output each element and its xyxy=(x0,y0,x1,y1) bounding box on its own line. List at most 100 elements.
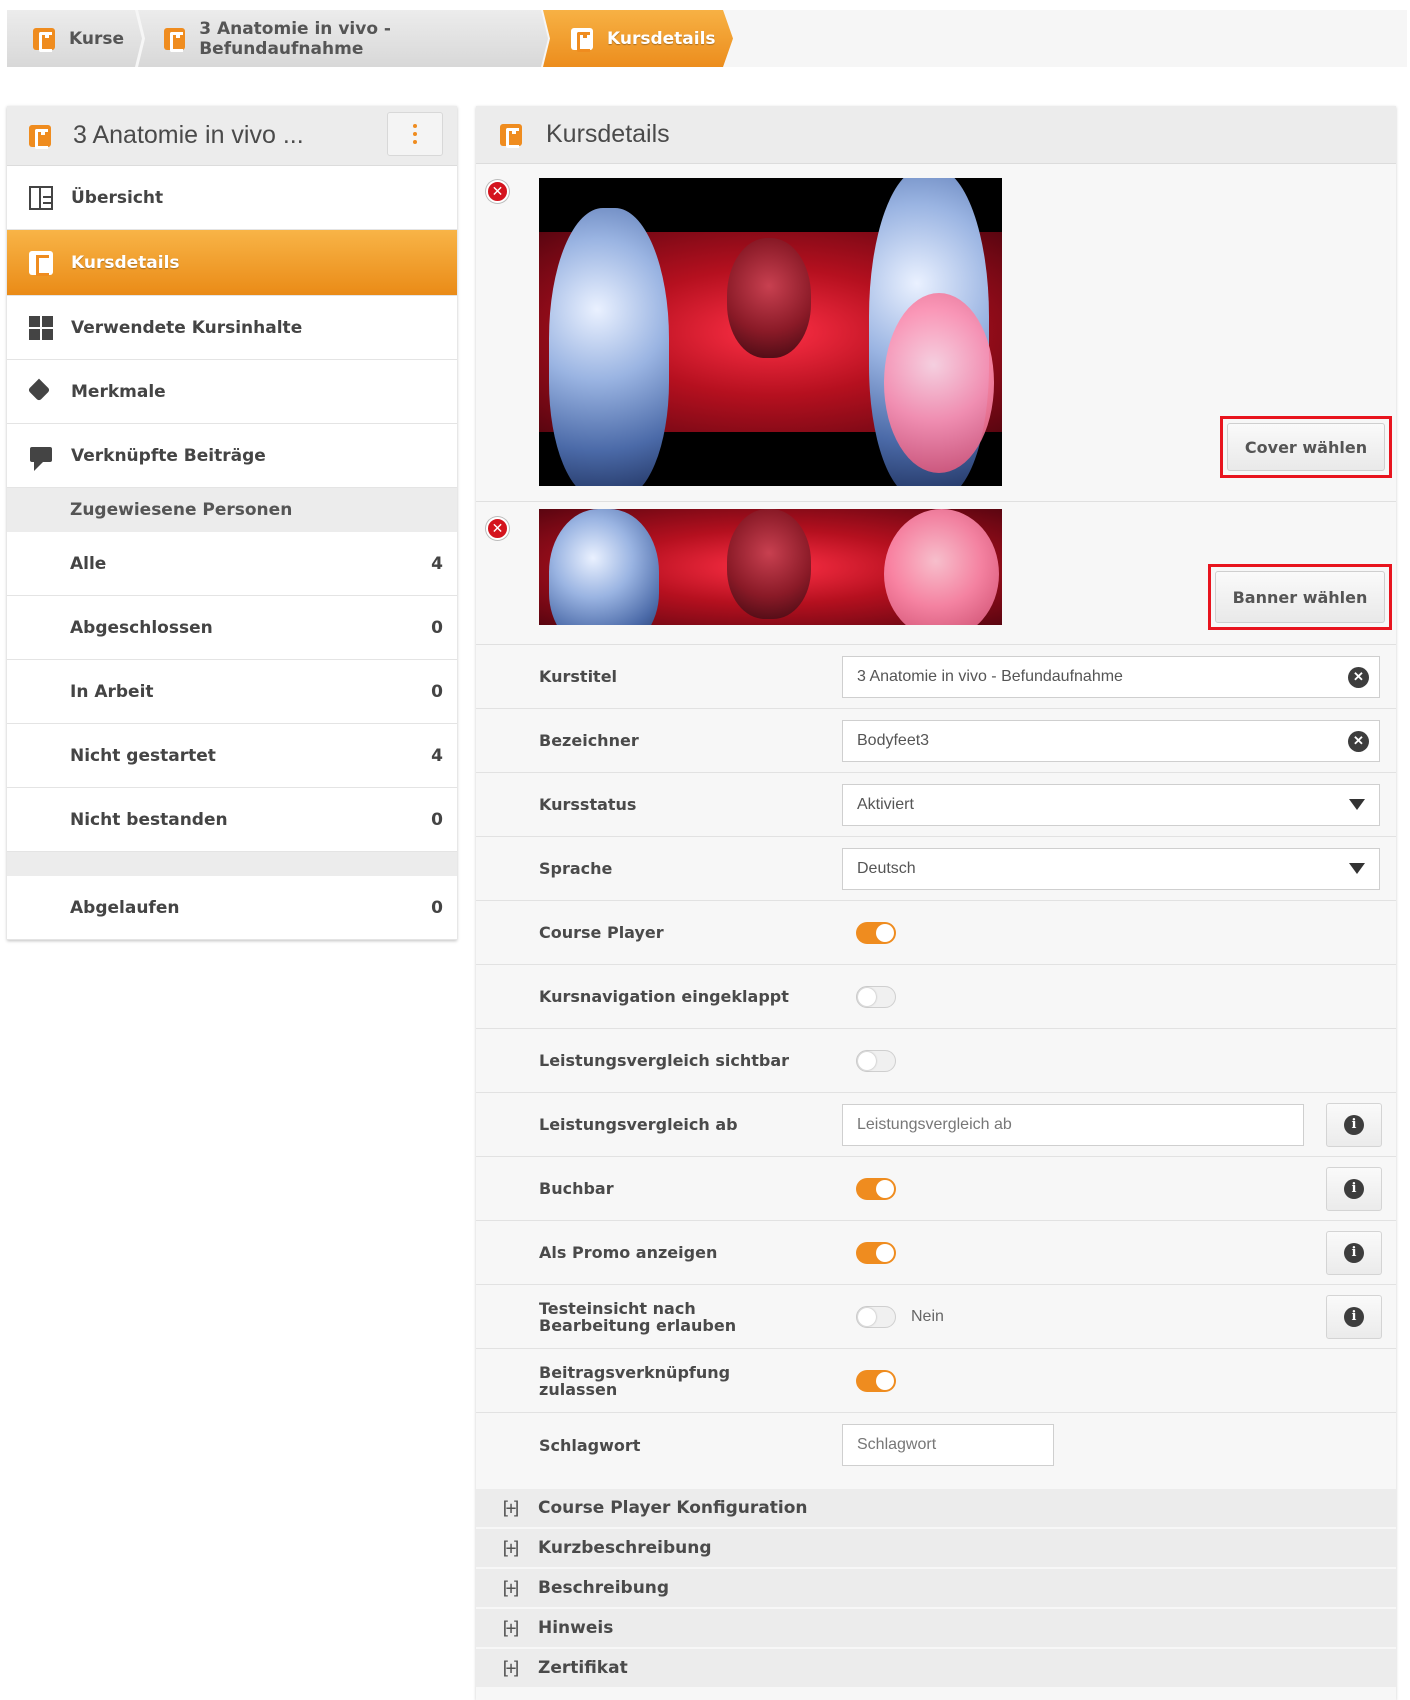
sidebar-item-uebersicht[interactable]: Übersicht xyxy=(7,166,457,230)
form-row-buchbar: Buchbar i xyxy=(476,1157,1396,1221)
identifier-input[interactable]: Bodyfeet3 ✕ xyxy=(842,719,1380,762)
form-row-schlagwort: Schlagwort Schlagwort xyxy=(476,1413,1396,1477)
breadcrumb-item-kurse[interactable]: Kurse xyxy=(7,10,142,67)
sidebar-header: 3 Anatomie in vivo ... xyxy=(7,106,457,166)
sidebar-item-abgelaufen[interactable]: Abgelaufen 0 xyxy=(7,876,457,940)
comment-icon xyxy=(29,444,53,471)
count-badge: 0 xyxy=(431,617,443,638)
sidebar-item-in-arbeit[interactable]: In Arbeit 0 xyxy=(7,660,457,724)
course-icon xyxy=(500,123,522,148)
clear-icon[interactable]: ✕ xyxy=(1348,730,1369,752)
count-badge: 0 xyxy=(431,809,443,830)
more-menu-button[interactable] xyxy=(387,112,443,156)
course-player-toggle[interactable] xyxy=(856,921,896,944)
course-icon xyxy=(29,124,51,149)
form-row-course-player: Course Player xyxy=(476,901,1396,965)
course-icon xyxy=(29,250,53,276)
course-icon xyxy=(33,27,55,52)
menu-dot xyxy=(413,124,417,128)
accordion-zertifikat[interactable]: + Zertifikat xyxy=(476,1649,1396,1689)
info-icon: i xyxy=(1344,1178,1364,1199)
accordion-beschreibung[interactable]: + Beschreibung xyxy=(476,1569,1396,1609)
menu-dot xyxy=(413,132,417,136)
form-row-promo: Als Promo anzeigen i xyxy=(476,1221,1396,1285)
breadcrumb-item-course[interactable]: 3 Anatomie in vivo - Befundaufnahme xyxy=(138,10,548,67)
form-row-leistungsvergleich-ab: Leistungsvergleich ab Leistungsvergleich… xyxy=(476,1093,1396,1157)
info-icon: i xyxy=(1344,1242,1364,1263)
course-navigation-collapsed-toggle[interactable] xyxy=(856,985,896,1008)
course-status-select[interactable]: Aktiviert xyxy=(842,783,1380,826)
form-row-kursstatus: Kursstatus Aktiviert xyxy=(476,773,1396,837)
choose-banner-button[interactable]: Banner wählen xyxy=(1215,571,1385,623)
section-header-personen: Zugewiesene Personen xyxy=(7,488,457,532)
accordion-course-player-konfiguration[interactable]: + Course Player Konfiguration xyxy=(476,1489,1396,1529)
form-row-testeinsicht: Testeinsicht nach Bearbeitung erlauben N… xyxy=(476,1285,1396,1349)
cover-image-row: ✕ Cover wählen xyxy=(476,164,1396,502)
form-row-leistungsvergleich-sichtbar: Leistungsvergleich sichtbar xyxy=(476,1029,1396,1093)
main-panel: Kursdetails ✕ Cover wählen ✕ Banner wähl… xyxy=(476,106,1396,1700)
sidebar-item-nicht-gestartet[interactable]: Nicht gestartet 4 xyxy=(7,724,457,788)
expand-icon: + xyxy=(500,1658,522,1679)
count-badge: 0 xyxy=(431,681,443,702)
breadcrumb-item-kursdetails[interactable]: Kursdetails xyxy=(543,10,733,67)
banner-button-highlight: Banner wählen xyxy=(1208,564,1392,630)
caret-down-icon xyxy=(1349,798,1365,810)
toggle-state-text: Nein xyxy=(911,1307,944,1325)
banner-image-row: ✕ Banner wählen xyxy=(476,502,1396,645)
form-row-kursnavigation: Kursnavigation eingeklappt xyxy=(476,965,1396,1029)
test-review-toggle[interactable] xyxy=(856,1305,896,1328)
remove-banner-icon[interactable]: ✕ xyxy=(486,517,509,540)
info-icon: i xyxy=(1344,1306,1364,1327)
course-icon xyxy=(571,27,593,52)
page-title: Kursdetails xyxy=(546,120,670,148)
main-header: Kursdetails xyxy=(476,106,1396,164)
form-row-sprache: Sprache Deutsch xyxy=(476,837,1396,901)
performance-comparison-from-input[interactable]: Leistungsvergleich ab xyxy=(842,1103,1304,1146)
content-icon xyxy=(29,315,53,340)
info-button[interactable]: i xyxy=(1326,1102,1382,1147)
caret-down-icon xyxy=(1349,862,1365,874)
info-button[interactable]: i xyxy=(1326,1294,1382,1339)
choose-cover-button[interactable]: Cover wählen xyxy=(1227,423,1385,471)
accordion-kurzbeschreibung[interactable]: + Kurzbeschreibung xyxy=(476,1529,1396,1569)
count-badge: 4 xyxy=(431,553,443,574)
sidebar-item-kursinhalte[interactable]: Verwendete Kursinhalte xyxy=(7,296,457,360)
course-icon xyxy=(164,27,186,52)
info-icon: i xyxy=(1344,1114,1364,1135)
form-row-beitragsverknuepfung: Beitragsverknüpfung zulassen xyxy=(476,1349,1396,1413)
overview-icon xyxy=(29,185,53,210)
keyword-input[interactable]: Schlagwort xyxy=(842,1424,1054,1466)
expand-icon: + xyxy=(500,1618,522,1639)
sidebar-title: 3 Anatomie in vivo ... xyxy=(73,121,304,149)
accordion-hinweis[interactable]: + Hinweis xyxy=(476,1609,1396,1649)
accordion-list: + Course Player Konfiguration + Kurzbesc… xyxy=(476,1477,1396,1689)
breadcrumb: Kurse 3 Anatomie in vivo - Befundaufnahm… xyxy=(7,10,1407,67)
sidebar-item-nicht-bestanden[interactable]: Nicht bestanden 0 xyxy=(7,788,457,852)
expand-icon: + xyxy=(500,1538,522,1559)
tag-icon xyxy=(29,380,53,404)
form-row-kurstitel: Kurstitel 3 Anatomie in vivo - Befundauf… xyxy=(476,645,1396,709)
info-button[interactable]: i xyxy=(1326,1166,1382,1211)
course-title-input[interactable]: 3 Anatomie in vivo - Befundaufnahme ✕ xyxy=(842,655,1380,698)
sidebar-item-beitraege[interactable]: Verknüpfte Beiträge xyxy=(7,424,457,488)
cover-image xyxy=(539,178,1002,486)
performance-comparison-visible-toggle[interactable] xyxy=(856,1049,896,1072)
menu-dot xyxy=(413,140,417,144)
sidebar-item-abgeschlossen[interactable]: Abgeschlossen 0 xyxy=(7,596,457,660)
expand-icon: + xyxy=(500,1498,522,1519)
remove-cover-icon[interactable]: ✕ xyxy=(486,180,509,203)
sidebar-item-merkmale[interactable]: Merkmale xyxy=(7,360,457,424)
language-select[interactable]: Deutsch xyxy=(842,847,1380,890)
expand-icon: + xyxy=(500,1578,522,1599)
bookable-toggle[interactable] xyxy=(856,1177,896,1200)
clear-icon[interactable]: ✕ xyxy=(1348,666,1369,688)
count-badge: 0 xyxy=(431,897,443,918)
sidebar-item-alle[interactable]: Alle 4 xyxy=(7,532,457,596)
banner-image xyxy=(539,509,1002,625)
info-button[interactable]: i xyxy=(1326,1230,1382,1275)
post-linking-toggle[interactable] xyxy=(856,1369,896,1392)
show-as-promo-toggle[interactable] xyxy=(856,1241,896,1264)
count-badge: 4 xyxy=(431,745,443,766)
sidebar-item-kursdetails[interactable]: Kursdetails xyxy=(7,230,457,296)
form-row-bezeichner: Bezeichner Bodyfeet3 ✕ xyxy=(476,709,1396,773)
